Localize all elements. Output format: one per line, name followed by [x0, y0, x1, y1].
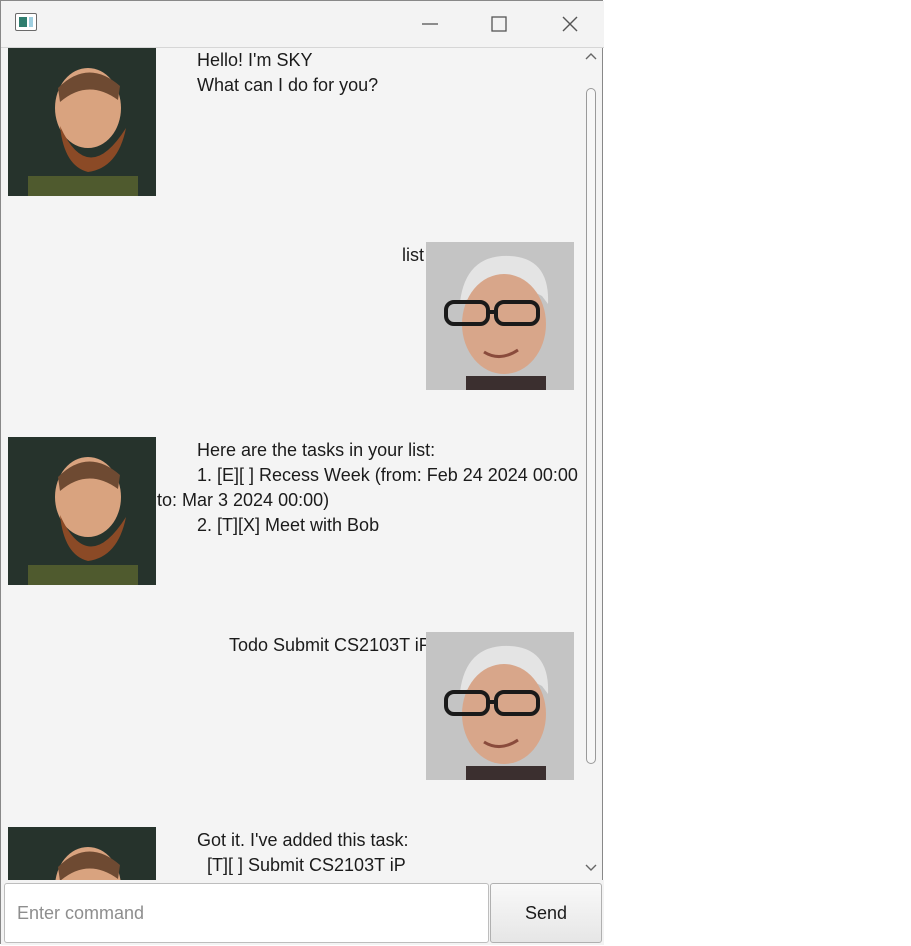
duke-message: Got it. I've added this task: [T][ ] Sub… — [197, 830, 409, 875]
app-window: Hello! I'm SKY What can I do for you? li… — [0, 0, 604, 945]
duke-avatar — [8, 827, 156, 880]
scroll-thumb[interactable] — [586, 88, 596, 764]
vertical-scrollbar[interactable] — [582, 48, 600, 880]
close-button[interactable] — [537, 1, 603, 47]
input-bar: Send — [1, 880, 604, 945]
user-avatar — [426, 242, 574, 390]
user-avatar — [426, 632, 574, 780]
user-message: list — [402, 245, 424, 265]
command-input[interactable] — [4, 883, 489, 943]
minimize-button[interactable] — [397, 1, 463, 47]
close-icon — [562, 16, 578, 32]
dialog-container[interactable]: Hello! I'm SKY What can I do for you? li… — [4, 48, 582, 880]
maximize-button[interactable] — [466, 1, 532, 47]
title-bar — [1, 1, 604, 48]
duke-avatar — [8, 437, 156, 585]
duke-message: Here are the tasks in your list: 1. [E][… — [157, 440, 578, 535]
app-icon — [15, 13, 37, 31]
duke-avatar — [8, 48, 156, 196]
send-button[interactable]: Send — [490, 883, 602, 943]
scroll-up-icon[interactable] — [585, 50, 597, 62]
duke-message: Hello! I'm SKY What can I do for you? — [197, 50, 379, 95]
scroll-down-icon[interactable] — [585, 862, 597, 874]
maximize-icon — [491, 16, 507, 32]
user-message: Todo Submit CS2103T iP — [229, 635, 431, 655]
minimize-icon — [422, 23, 438, 25]
